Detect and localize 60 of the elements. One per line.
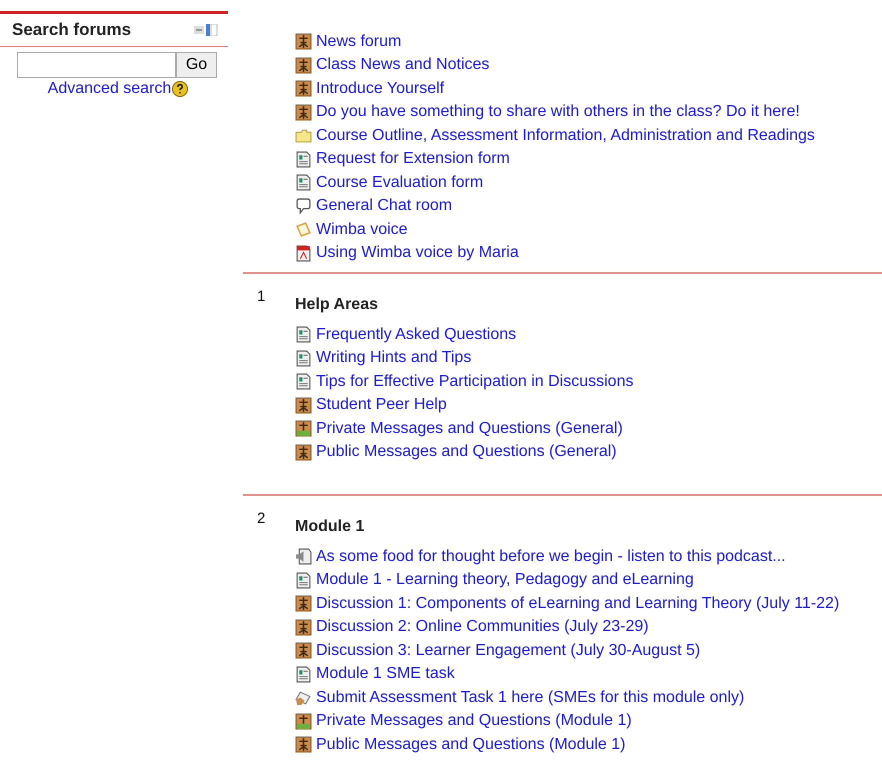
activity-link[interactable]: Using Wimba voice by Maria xyxy=(316,244,519,262)
activity-link[interactable]: Discussion 3: Learner Engagement (July 30-August 5) xyxy=(316,642,700,660)
pdf-icon xyxy=(295,244,312,262)
speaker-icon xyxy=(295,548,312,566)
forum-icon xyxy=(295,595,312,612)
go-button[interactable]: Go xyxy=(176,52,217,78)
forum-icon xyxy=(295,420,312,438)
activity-link[interactable]: Discussion 1: Components of eLearning and Learning Theory (July 11-22) xyxy=(316,594,840,613)
activity-link[interactable]: Discussion 2: Online Communities (July 23-29) xyxy=(316,618,649,636)
forum-icon xyxy=(295,56,312,74)
activity-link[interactable]: Tips for Effective Participation in Discussions xyxy=(316,372,634,391)
forum-icon xyxy=(295,396,312,414)
activity-link[interactable]: Module 1 SME task xyxy=(316,665,455,684)
activity-link[interactable]: Class News and Notices xyxy=(316,56,490,74)
section-number: 1 xyxy=(256,288,266,307)
forum-icon xyxy=(295,712,312,730)
block-title: Search forums xyxy=(12,20,132,40)
folder-icon xyxy=(295,127,312,144)
forum-icon xyxy=(295,104,312,121)
collapse-icon[interactable] xyxy=(194,24,218,36)
section-number: 2 xyxy=(256,510,266,529)
activity-link[interactable]: Course Outline, Assessment Information, Administration and Readings xyxy=(316,126,815,145)
forum-icon xyxy=(295,618,312,636)
activity-link[interactable]: Private Messages and Questions (Module 1) xyxy=(316,712,632,730)
hand-paper-icon xyxy=(295,689,312,706)
advanced-search-link[interactable]: Advanced search xyxy=(48,80,172,98)
help-icon[interactable] xyxy=(172,81,188,97)
activity-link[interactable]: As some food for thought before we begin - listen to this podcast... xyxy=(316,548,786,566)
forum-icon xyxy=(295,642,312,660)
section-title: Help Areas xyxy=(295,296,379,314)
forum-icon xyxy=(295,444,312,461)
document-icon xyxy=(295,666,312,683)
forum-icon xyxy=(295,33,312,50)
activity-link[interactable]: Module 1 - Learning theory, Pedagogy and eLearning xyxy=(316,571,694,590)
document-icon xyxy=(295,572,312,589)
activity-link[interactable]: Student Peer Help xyxy=(316,396,447,414)
activity-link[interactable]: General Chat room xyxy=(316,197,452,216)
activity-link[interactable]: Writing Hints and Tips xyxy=(316,349,472,368)
activity-link[interactable]: Course Evaluation form xyxy=(316,174,484,192)
note-icon xyxy=(295,221,312,238)
activity-link[interactable]: Public Messages and Questions (General) xyxy=(316,443,617,462)
activity-link[interactable]: Public Messages and Questions (Module 1) xyxy=(316,736,626,754)
activity-link[interactable]: Wimba voice xyxy=(316,220,408,239)
document-icon xyxy=(295,350,312,367)
activity-link[interactable]: Submit Assessment Task 1 here (SMEs for this module only) xyxy=(316,688,744,707)
activity-link[interactable]: News forum xyxy=(316,32,402,51)
activity-link[interactable]: Private Messages and Questions (General) xyxy=(316,420,623,438)
activity-link[interactable]: Introduce Yourself xyxy=(316,80,444,98)
activity-link[interactable]: Frequently Asked Questions xyxy=(316,326,516,344)
activity-link[interactable]: Request for Extension form xyxy=(316,150,510,168)
document-icon xyxy=(295,326,312,344)
forum-icon xyxy=(295,736,312,754)
document-icon xyxy=(295,150,312,168)
document-icon xyxy=(295,174,312,192)
section-title: Module 1 xyxy=(295,518,366,536)
speech-bubble-icon xyxy=(295,198,312,215)
search-field[interactable] xyxy=(17,52,176,78)
activity-link[interactable]: Do you have something to share with others in the class? Do it here! xyxy=(316,103,800,122)
forum-icon xyxy=(295,80,312,98)
document-icon xyxy=(295,373,312,390)
